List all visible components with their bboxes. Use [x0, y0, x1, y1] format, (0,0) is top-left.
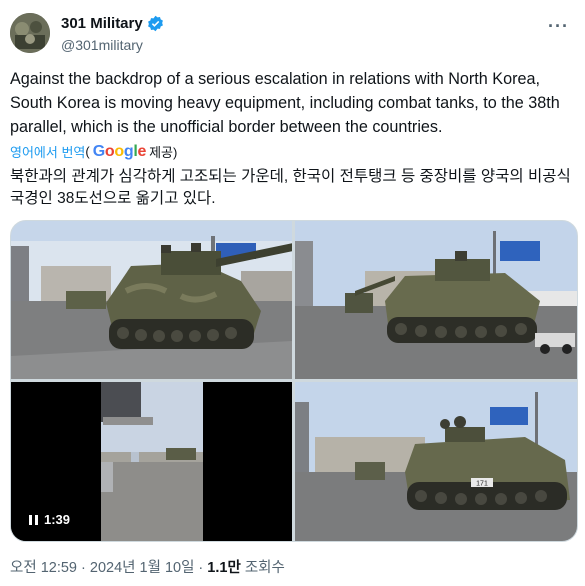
tweet-text: Against the backdrop of a serious escala…	[10, 70, 560, 136]
author-handle[interactable]: @301military	[61, 37, 143, 53]
more-options-icon[interactable]: ···	[548, 16, 569, 37]
translation-attribution[interactable]: 영어에서 번역 ( Google 제공)	[10, 142, 177, 161]
author-name-line[interactable]: 301 Military	[61, 15, 164, 32]
media-grid: 1:39 171	[10, 220, 578, 542]
translate-paren: (	[85, 144, 90, 159]
photo-tank-street-1[interactable]	[11, 221, 292, 379]
video-duration: 1:39	[44, 512, 71, 527]
photo-armored-vehicle[interactable]: 171	[295, 382, 577, 541]
vehicle-number-label: 171	[476, 481, 488, 488]
video-player[interactable]: 1:39	[11, 382, 292, 541]
photo-tank-street-2[interactable]	[295, 221, 577, 379]
video-duration-badge: 1:39	[23, 510, 77, 529]
google-logo: Google	[92, 142, 147, 160]
avatar[interactable]	[10, 13, 50, 53]
tweet-meta: 오전 12:59 · 2024년 1월 10일 · 1.1만 조회수	[10, 556, 285, 577]
translate-label[interactable]: 영어에서 번역	[10, 142, 85, 161]
author-name[interactable]: 301 Military	[61, 15, 143, 32]
verified-badge-icon	[147, 15, 163, 32]
tweet-header: 301 Military @301military ···	[10, 10, 575, 56]
post-timestamp[interactable]: 오전 12:59 · 2024년 1월 10일 ·	[10, 560, 203, 576]
translate-by: 제공)	[149, 145, 178, 160]
translated-text: 북한과의 관계가 심각하게 고조되는 가운데, 한국이 전투탱크 등 중장비를 …	[10, 168, 571, 207]
view-label: 조회수	[244, 560, 285, 576]
pause-icon[interactable]	[29, 514, 38, 525]
view-count: 1.1만	[207, 560, 241, 576]
